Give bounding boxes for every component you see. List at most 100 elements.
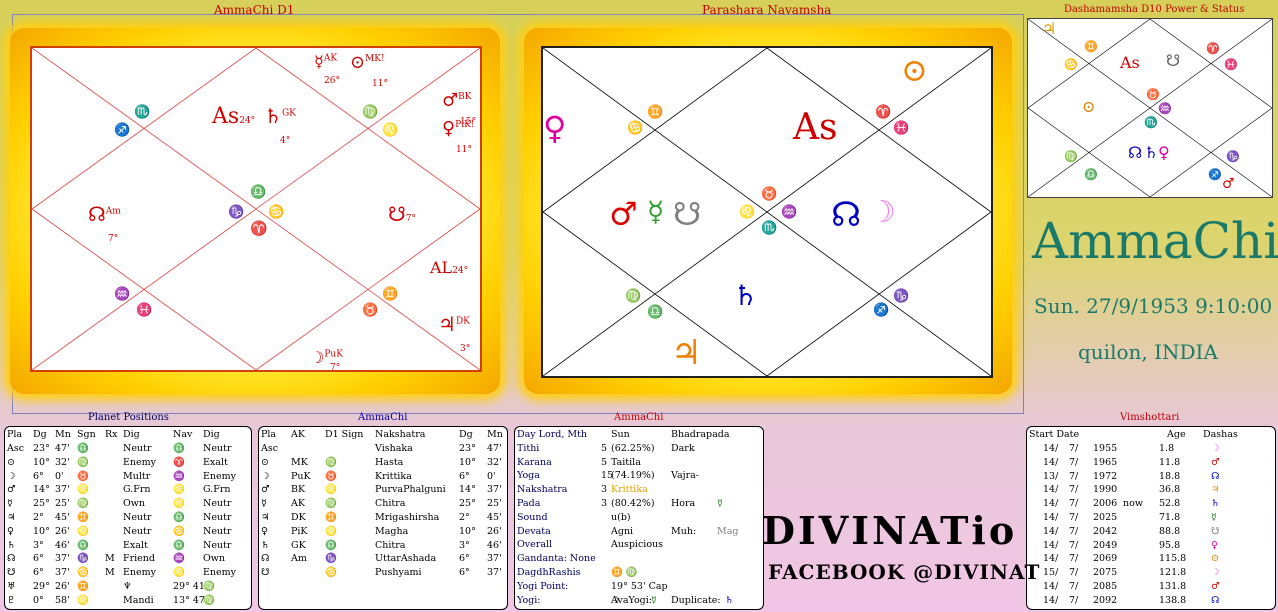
pp-cell: Enemy [203, 470, 237, 482]
navamsha-sign-10: ♎ [647, 305, 664, 320]
planet-positions-panel: Pla Dg Mn Sgn Rx Dig Nav Dig Asc 23° 47' ♎ Neutr ♎ Neu… [4, 426, 252, 610]
vimshottari-title: Vimshottari [1120, 412, 1180, 423]
karakas-title: AmmaChi [358, 412, 408, 423]
panchang-num: 3 [601, 484, 608, 496]
karaka-cell: 25° [459, 498, 476, 510]
d1-ketu: ☋7° [388, 202, 416, 226]
vim-cell: 14/ [1043, 594, 1059, 606]
karaka-cell: ♋ [325, 567, 337, 579]
panchang-label: Overall [517, 539, 553, 551]
navamsha-sign-1: ♊ [647, 105, 664, 120]
d1-sign-3: ♍ [362, 105, 379, 120]
pp-cell: M [105, 553, 115, 565]
pp-cell: 29° [33, 581, 50, 592]
karaka-cell: 6° [459, 553, 470, 565]
pp-header-cell: Dig [123, 429, 140, 440]
vim-cell: 14/ [1043, 456, 1059, 468]
vim-cell: 7/ [1069, 539, 1079, 551]
karaka-cell: ☊ [261, 553, 270, 565]
d10-sign-9: ♑ [1226, 150, 1240, 163]
d1-sign-5: ♑ [228, 205, 245, 220]
pp-cell: Multr [123, 470, 151, 482]
karaka-cell: 0' [487, 470, 496, 482]
karaka-cell: GK [291, 539, 306, 551]
navamsha-mars: ♂ [609, 195, 638, 233]
pp-cell: ♂ [7, 484, 16, 496]
karaka-cell: 26' [487, 525, 502, 537]
panchang-label: Gandanta: None [517, 553, 596, 565]
karaka-cell: Am [291, 553, 307, 565]
pp-cell: Asc [7, 443, 25, 454]
muh-value: Mag [717, 525, 739, 537]
panchang-extra: Dark [671, 442, 695, 454]
avayogi-label: AvaYogi: [611, 594, 652, 606]
vim-cell: 7/ [1069, 443, 1079, 454]
pp-cell: Exalt [203, 456, 228, 468]
navamsha-sign-6: ♌ [739, 205, 756, 220]
pp-cell: ♎ [77, 443, 89, 454]
d1-sign-9: ♒ [114, 287, 131, 302]
navamsha-chart[interactable]: ♀ ⊙ As ♂ ☿ ☋ ☊ ☽ ♄ ♃ ♊ ♋ ♈ ♓ ♉ ♌ ♒ ♏ ♍ ♎… [541, 46, 993, 378]
pp-cell: Neutr [203, 539, 232, 551]
d10-mars: ♂ [1222, 176, 1235, 192]
panchang-label: DagdhRashis [517, 567, 581, 578]
vim-cell: 7/ [1069, 567, 1079, 579]
vim-cell: 7/ [1069, 594, 1079, 606]
karaka-cell: ♄ [261, 539, 270, 551]
vim-cell: 14/ [1043, 553, 1059, 565]
vim-cell: 2049 [1093, 539, 1118, 551]
vim-cell: 14/ [1043, 512, 1059, 523]
vim-cell: 14/ [1043, 525, 1059, 537]
karaka-cell: ♎ [325, 539, 337, 551]
d1-chart[interactable]: ☿AK 26° ⊙MK! 11° ♂BK 15° ♀PiK! 11° As24° ♄GK… [30, 46, 482, 373]
pp-cell: 6° [33, 567, 44, 579]
navamsha-mercury: ☿ [647, 195, 665, 228]
vim-cell: 71.8 [1159, 512, 1181, 523]
vim-cell: 1990 [1093, 484, 1118, 496]
karakas-panel: Pla AK D1 Sign Nakshatra Dg Mn Asc Vishaka 23° 47… [258, 426, 508, 610]
pp-cell: 26' [55, 581, 70, 592]
pp-header-cell: Mn [55, 429, 71, 440]
pp-cell: Neutr [123, 443, 152, 454]
d1-moon-degree: 7° [330, 363, 341, 373]
panchang-value: Taitila [611, 456, 641, 468]
d10-ascendant: As [1120, 53, 1140, 72]
vim-cell: 95.8 [1159, 539, 1181, 551]
pp-cell: ♅ [7, 581, 16, 592]
pp-cell: ♍ [203, 581, 215, 592]
navamsha-chart-title: Parashara Navamsha [702, 3, 832, 17]
pp-cell: 26' [55, 525, 70, 537]
vim-cell: 7/ [1069, 470, 1079, 482]
vimshottari-panel: Start Date Age Dashas 14/7/1955 1.8 ☽ 14/7/196… [1026, 426, 1276, 610]
d1-sign-6: ♎ [250, 185, 267, 200]
duplicate-label: Duplicate: [671, 594, 721, 606]
d10-chart[interactable]: ♃ As ☋ ⊙ ☊ ♄ ♀ ♂ ♊ ♋ ♈ ♓ ♉ ♒ ♏ ♍ ♑ ♎ ♐ [1027, 18, 1273, 198]
vim-cell: 138.8 [1159, 594, 1187, 606]
vim-cell: 7/ [1069, 553, 1079, 565]
karaka-cell: Chitra [375, 498, 406, 510]
vim-cell: 7/ [1069, 512, 1079, 523]
vim-header-cell: Dashas [1203, 429, 1238, 440]
d1-sign-8: ♈ [250, 221, 268, 237]
karaka-cell: Hasta [375, 456, 404, 468]
pp-cell: 37' [55, 553, 70, 565]
pp-cell: 0' [55, 470, 64, 482]
d1-sign-2: ♏ [134, 105, 151, 120]
d1-sign-10: ♓ [136, 303, 153, 318]
vim-cell: 7/ [1069, 484, 1079, 496]
karaka-cell: Asc [261, 443, 279, 454]
panchang-value: Agni [611, 525, 634, 537]
navamsha-sign-4: ♓ [893, 121, 910, 136]
navamsha-sign-8: ♏ [761, 221, 778, 236]
panchang-label: Tithi [517, 442, 540, 454]
pp-cell: Friend [123, 553, 155, 565]
karaka-cell: BK [291, 484, 306, 496]
d1-jupiter: ♃DK 3° [438, 312, 471, 354]
pp-cell: ♎ [173, 512, 185, 523]
vim-cell: 15/ [1043, 567, 1059, 579]
pp-cell: ♋ [77, 567, 89, 579]
birth-datetime: Sun. 27/9/1953 9:10:00 [1034, 294, 1273, 318]
panchang-extra: Vajra- [671, 470, 700, 482]
d1-sign-7: ♋ [268, 205, 285, 220]
karaka-cell: 14° [459, 484, 476, 496]
